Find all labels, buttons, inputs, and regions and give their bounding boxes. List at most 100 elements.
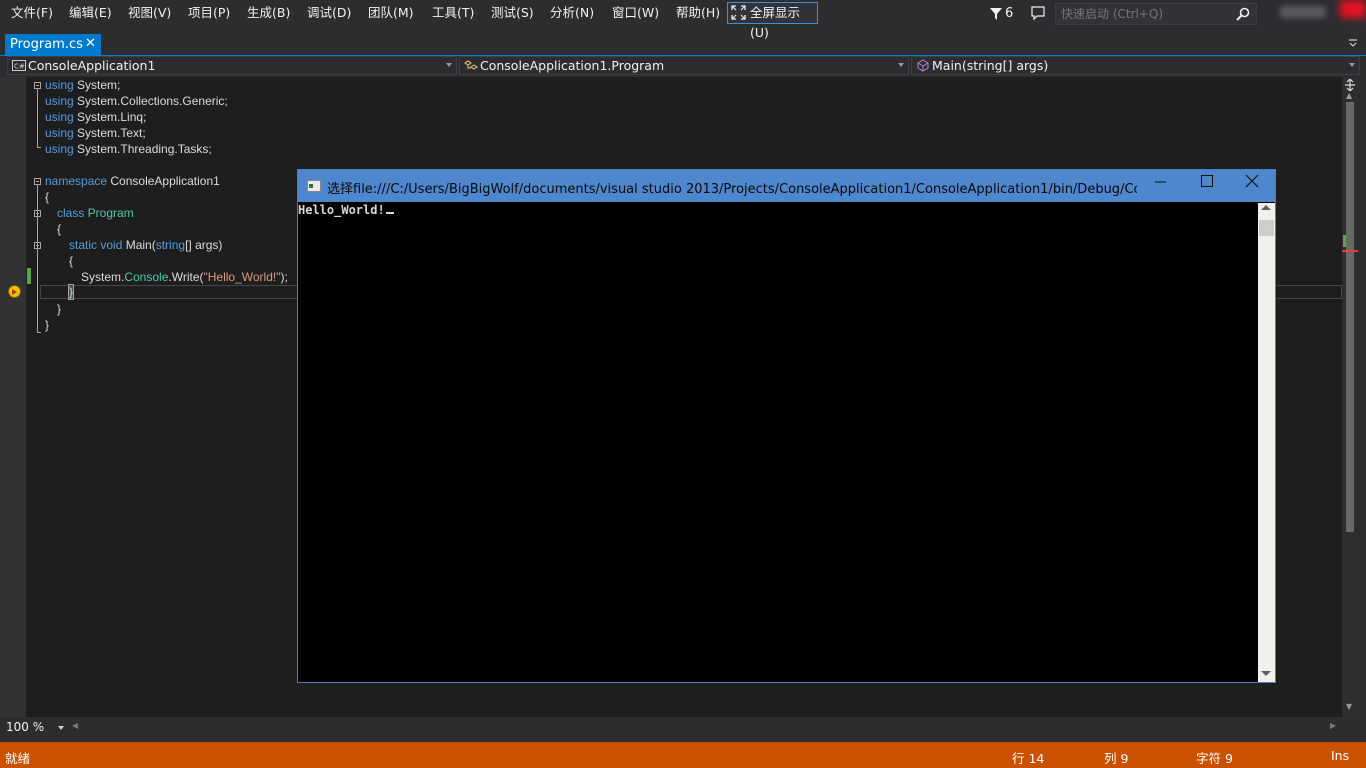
menu-test[interactable]: 测试(S) — [488, 3, 537, 23]
maximize-icon[interactable] — [1184, 170, 1230, 200]
code-token: ConsoleApplication1 — [107, 174, 220, 188]
menu-project[interactable]: 项目(P) — [185, 3, 233, 23]
tab-label: Program.cs — [10, 37, 83, 52]
menu-view[interactable]: 视图(V) — [125, 3, 174, 23]
menu-help[interactable]: 帮助(H) — [673, 3, 723, 23]
collapse-class-icon[interactable] — [34, 210, 41, 217]
code-line-1: using System; — [45, 77, 120, 93]
quick-launch-input[interactable] — [1056, 4, 1236, 24]
fullscreen-button[interactable]: 全屏显示(U) — [727, 2, 818, 40]
code-line-9: class Program — [57, 205, 134, 221]
code-token: Program — [84, 206, 134, 220]
menu-analyze[interactable]: 分析(N) — [547, 3, 597, 23]
code-line-8: { — [45, 189, 49, 205]
scroll-down-icon[interactable]: ▼ — [1346, 702, 1352, 711]
console-output-text: Hello_World! — [298, 203, 385, 217]
tab-close-icon[interactable]: ✕ — [85, 36, 96, 51]
project-dropdown[interactable]: C# ConsoleApplication1 — [7, 56, 457, 75]
svg-text:C#: C# — [14, 63, 25, 71]
project-name: ConsoleApplication1 — [28, 58, 156, 73]
scroll-right-icon[interactable]: ▶ — [1330, 721, 1336, 730]
navigation-bar: C# ConsoleApplication1 ConsoleApplicatio… — [0, 56, 1366, 76]
console-vertical-scrollbar[interactable] — [1258, 203, 1275, 682]
change-tracking-bar — [27, 268, 31, 284]
scroll-left-icon[interactable]: ◀ — [72, 721, 78, 730]
menu-team[interactable]: 团队(M) — [365, 3, 417, 23]
code-token: { — [57, 222, 62, 236]
menu-debug[interactable]: 调试(D) — [304, 3, 354, 23]
scroll-caret-marker — [1342, 250, 1358, 252]
code-token: System; — [73, 78, 121, 92]
menu-edit[interactable]: 编辑(E) — [66, 3, 115, 23]
indicator-margin[interactable] — [0, 77, 26, 717]
collapse-usings-icon[interactable] — [34, 82, 41, 89]
code-token: using — [45, 126, 74, 140]
member-name: Main(string[] args) — [932, 58, 1049, 73]
code-token: System.Threading.Tasks; — [73, 142, 212, 156]
outline-guide — [37, 332, 41, 333]
status-insert-mode: Ins — [1331, 748, 1350, 763]
code-token: } — [67, 284, 75, 300]
member-dropdown[interactable]: Main(string[] args) — [911, 56, 1360, 75]
minimize-icon[interactable] — [1138, 170, 1184, 200]
menu-tools[interactable]: 工具(T) — [429, 3, 477, 23]
tab-list-dropdown-icon[interactable] — [1347, 37, 1359, 49]
type-dropdown[interactable]: ConsoleApplication1.Program — [459, 56, 909, 75]
console-title: 选择file:///C:/Users/BigBigWolf/documents/… — [327, 182, 1137, 197]
menu-build[interactable]: 生成(B) — [244, 3, 293, 23]
type-name: ConsoleApplication1.Program — [480, 58, 665, 73]
code-token: string — [155, 238, 186, 252]
outline-guide — [37, 185, 38, 332]
scroll-down-icon[interactable] — [1261, 671, 1271, 676]
code-line-10: { — [57, 221, 61, 237]
chevron-down-icon — [446, 63, 452, 67]
code-token: class — [57, 206, 85, 220]
status-column: 列 9 — [1104, 751, 1129, 766]
editor-vertical-scrollbar[interactable]: ▲ ▼ — [1342, 77, 1359, 717]
code-token: void — [97, 238, 123, 252]
document-tab-well: Program.cs ✕ — [0, 34, 1366, 57]
code-token: ); — [280, 270, 288, 284]
scroll-up-icon[interactable]: ▲ — [1346, 91, 1352, 100]
code-line-7: namespace ConsoleApplication1 — [45, 173, 220, 189]
code-line-3: using System.Linq; — [45, 109, 146, 125]
method-icon — [917, 59, 929, 72]
close-icon[interactable] — [1229, 170, 1275, 200]
code-line-11: static void Main(string[] args) — [69, 237, 222, 253]
close-window-redacted[interactable] — [1340, 0, 1366, 18]
fullscreen-icon — [731, 5, 746, 20]
zoom-dropdown[interactable]: 100 % — [6, 719, 66, 735]
code-line-14: } — [67, 284, 75, 300]
scroll-up-icon[interactable] — [1261, 205, 1271, 210]
search-icon[interactable] — [1236, 7, 1250, 21]
code-line-13: System.Console.Write("Hello_World!"); — [81, 269, 288, 285]
code-line-12: { — [69, 253, 73, 269]
user-account-redacted[interactable] — [1280, 6, 1326, 18]
current-statement-arrow-icon[interactable] — [8, 285, 21, 298]
collapse-method-icon[interactable] — [34, 242, 41, 249]
tab-program-cs[interactable]: Program.cs ✕ — [5, 34, 101, 55]
code-token: static — [69, 238, 98, 252]
split-window-icon[interactable] — [1344, 79, 1356, 91]
zoom-level: 100 % — [6, 720, 45, 734]
code-token: } — [57, 302, 62, 316]
notification-count: 6 — [1005, 6, 1014, 21]
scrollbar-thumb[interactable] — [1346, 102, 1354, 532]
csharp-project-icon: C# — [12, 60, 26, 71]
code-token: System.Collections.Generic; — [73, 94, 228, 108]
console-cursor — [385, 212, 394, 214]
feedback-icon[interactable] — [1030, 5, 1046, 21]
console-output: Hello_World! — [298, 203, 394, 217]
menu-file[interactable]: 文件(F) — [8, 3, 56, 23]
console-title-bar[interactable]: 选择file:///C:/Users/BigBigWolf/documents/… — [298, 170, 1275, 202]
console-window[interactable]: 选择file:///C:/Users/BigBigWolf/documents/… — [297, 169, 1276, 683]
scrollbar-thumb[interactable] — [1259, 220, 1274, 236]
chevron-down-icon — [898, 63, 904, 67]
code-token: using — [45, 94, 74, 108]
quick-launch-box — [1055, 3, 1257, 25]
chevron-down-icon — [58, 726, 64, 730]
collapse-namespace-icon[interactable] — [34, 178, 41, 185]
editor-bottom-bar: 100 % ◀ ▶ — [0, 718, 1342, 736]
menu-window[interactable]: 窗口(W) — [609, 3, 662, 23]
code-token: Console — [124, 270, 169, 284]
